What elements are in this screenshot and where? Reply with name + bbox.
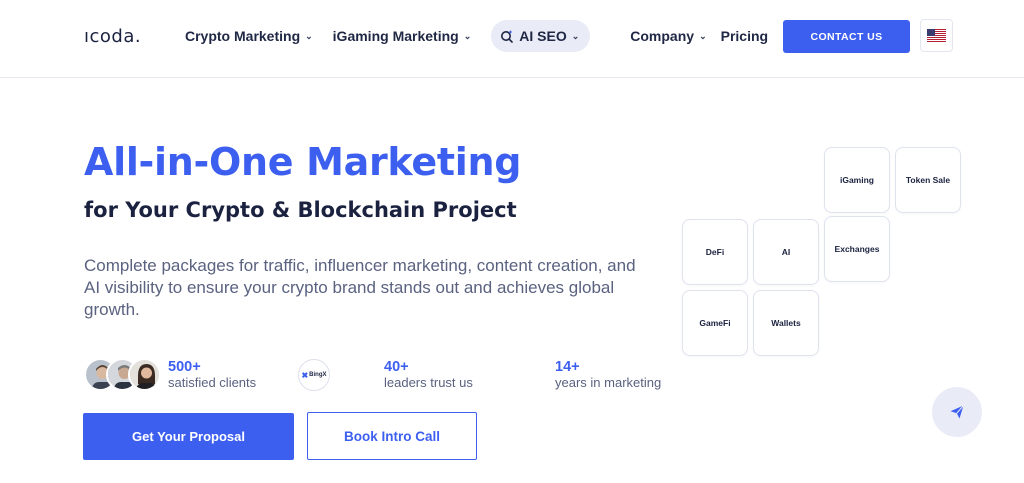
stat-label: years in marketing	[555, 375, 662, 390]
avatar	[128, 358, 161, 391]
nav-label: Pricing	[720, 28, 769, 44]
chevron-down-icon: ⌄	[305, 30, 313, 41]
nav-company[interactable]: Company ⌄	[630, 20, 706, 52]
tile-ai[interactable]: AI	[753, 219, 819, 285]
hero-description: Complete packages for traffic, influence…	[84, 256, 636, 319]
contact-us-button[interactable]: CONTACT US	[783, 20, 910, 53]
stat-years: 14+ years in marketing	[555, 359, 661, 391]
sparkle-search-icon	[501, 30, 514, 43]
nav-ai-seo[interactable]: AI SEO ⌄	[491, 20, 591, 52]
stat-leaders: 40+ leaders trust us	[384, 359, 473, 391]
nav-pricing[interactable]: Pricing	[721, 20, 768, 52]
language-selector[interactable]	[920, 19, 953, 52]
nav-label: AI SEO	[519, 28, 567, 44]
nav-igaming-marketing[interactable]: iGaming Marketing ⌄	[333, 20, 472, 52]
stat-number: 500+	[168, 359, 201, 375]
nav-label: Company	[630, 28, 695, 44]
hero-title: All-in-One Marketing	[84, 140, 522, 184]
partner-name: BingX	[309, 372, 327, 378]
get-proposal-button[interactable]: Get Your Proposal	[83, 413, 294, 460]
us-flag-icon	[927, 29, 946, 42]
tile-wallets[interactable]: Wallets	[753, 290, 819, 356]
main-nav: Crypto Marketing ⌄ iGaming Marketing ⌄ A…	[185, 20, 788, 52]
stat-number: 14+	[555, 359, 580, 375]
tile-defi[interactable]: DeFi	[682, 219, 748, 285]
stat-label: leaders trust us	[384, 375, 473, 390]
nav-label: Crypto Marketing	[185, 28, 301, 44]
stats-row: 500+ satisfied clients ✖ BingX 40+ leader…	[84, 358, 684, 394]
tile-exchanges[interactable]: Exchanges	[824, 216, 890, 282]
tile-igaming[interactable]: iGaming	[824, 147, 890, 213]
stat-clients: 500+ satisfied clients	[168, 359, 256, 391]
send-message-button[interactable]	[932, 387, 982, 437]
logo[interactable]: ıcoda.	[84, 26, 141, 47]
nav-crypto-marketing[interactable]: Crypto Marketing ⌄	[185, 20, 313, 52]
hero-subtitle: for Your Crypto & Blockchain Project	[84, 198, 517, 222]
bingx-logo: ✖ BingX	[298, 359, 330, 391]
tile-gamefi[interactable]: GameFi	[682, 290, 748, 356]
client-avatars	[84, 358, 164, 392]
chevron-down-icon: ⌄	[571, 30, 580, 41]
chevron-down-icon: ⌄	[463, 30, 472, 41]
stat-label: satisfied clients	[168, 375, 257, 390]
book-intro-call-button[interactable]: Book Intro Call	[307, 412, 477, 460]
send-icon	[950, 405, 964, 419]
chevron-down-icon: ⌄	[699, 30, 707, 41]
site-header: ıcoda. Crypto Marketing ⌄ iGaming Market…	[0, 0, 1024, 78]
nav-label: iGaming Marketing	[332, 28, 459, 44]
tile-token-sale[interactable]: Token Sale	[895, 147, 961, 213]
stat-number: 40+	[384, 359, 409, 375]
